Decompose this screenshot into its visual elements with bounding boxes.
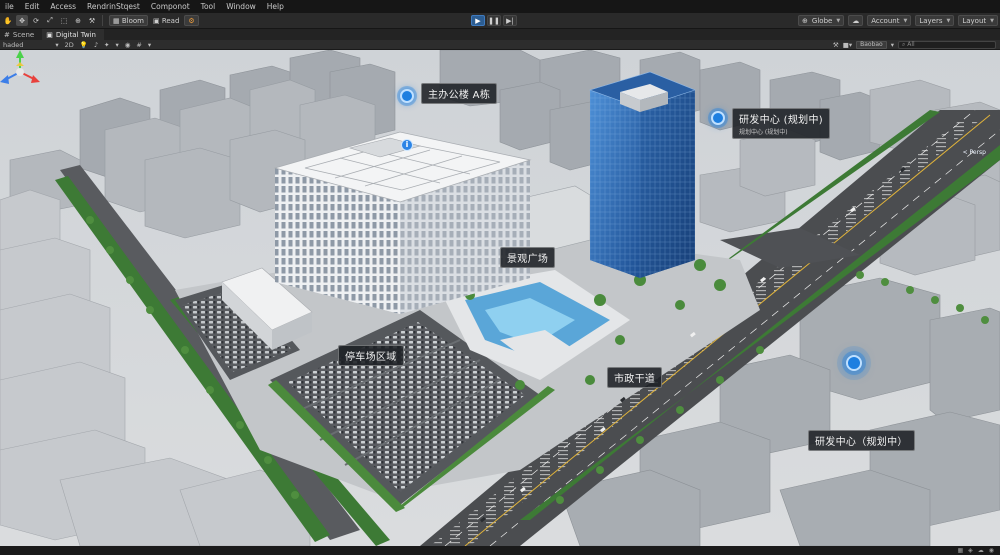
custom-tool-icon[interactable]: ⚒ <box>86 15 98 26</box>
lighting-icon[interactable]: 💡 <box>77 41 91 49</box>
scene-icon: # <box>4 30 10 39</box>
chevron-down-icon: ▼ <box>836 17 841 24</box>
menu-edit[interactable]: Edit <box>20 2 46 11</box>
read-button[interactable]: ▣ Read <box>150 15 182 26</box>
bloom-label: Bloom <box>121 16 144 25</box>
menu-window[interactable]: Window <box>221 2 262 11</box>
chevron-down-icon: ▼ <box>903 17 908 24</box>
label-main-office[interactable]: 主办公楼 A栋 <box>421 83 498 104</box>
chevron-down-icon[interactable]: ▾ <box>52 41 61 49</box>
notification-icon[interactable]: ◉ <box>989 547 994 554</box>
menu-bar: ile Edit Access RendrinStqest Componot T… <box>0 0 1000 13</box>
label-landscape-plaza[interactable]: 景观广场 <box>500 247 556 268</box>
grid-status-icon[interactable]: ▦ <box>957 547 963 554</box>
scene-toolbar-right: ⚒ ■▾ Baobao ▾ ⌕ All <box>833 40 996 50</box>
projection-label[interactable]: < Persp <box>963 149 986 156</box>
label-rnd-center-2-text: 研发中心（规划中） <box>815 437 908 448</box>
audio-icon[interactable]: ♪ <box>91 41 101 49</box>
menu-file[interactable]: ile <box>0 2 20 11</box>
menu-component[interactable]: Componot <box>146 2 196 11</box>
poi-pin-main-office[interactable] <box>400 89 414 103</box>
hand-tool-icon[interactable]: ✋ <box>2 15 14 26</box>
label-rnd-center-2[interactable]: 研发中心（规划中） <box>808 430 915 451</box>
cloud-status-icon[interactable]: ☁ <box>978 547 984 554</box>
scene-search-input[interactable]: ⌕ All <box>898 41 996 49</box>
move-tool-icon[interactable]: ✥ <box>16 15 28 26</box>
label-rnd-center-text: 研发中心 (规划中) <box>739 115 823 126</box>
menu-access[interactable]: Access <box>45 2 82 11</box>
chevron-down-icon[interactable]: ▾ <box>891 41 894 49</box>
visibility-icon[interactable]: ◉ <box>122 41 134 49</box>
rect-tool-icon[interactable]: ⬚ <box>58 15 70 26</box>
tab-scene-label: Scene <box>12 30 35 39</box>
step-button[interactable]: ▶| <box>503 15 517 26</box>
chevron-down-icon[interactable]: ▾ <box>145 41 154 49</box>
scene-viewport[interactable]: 主办公楼 A栋 i 研发中心 (规划中) 规划中心 (规划中) 景观广场 停车场… <box>0 50 1000 546</box>
camera-settings-icon[interactable]: ■▾ <box>843 41 852 49</box>
menu-rendering[interactable]: RendrinStqest <box>82 2 146 11</box>
account-label: Account <box>871 16 900 25</box>
chevron-down-icon: ▼ <box>946 17 951 24</box>
info-icon[interactable]: i <box>401 139 413 151</box>
read-label: Read <box>161 16 180 25</box>
layout-label: Layout <box>962 16 987 25</box>
orientation-gizmo-icon[interactable] <box>0 50 40 94</box>
camera-icon: ▣ <box>46 30 53 39</box>
rotate-tool-icon[interactable]: ⟳ <box>30 15 42 26</box>
cloud-icon: ☁ <box>852 16 860 25</box>
chevron-down-icon: ▼ <box>990 17 994 24</box>
globe-dropdown[interactable]: ⊕ Globe ▼ <box>798 15 845 26</box>
effects-icon[interactable]: ✦ <box>101 41 112 49</box>
tools-icon[interactable]: ⚒ <box>833 41 839 49</box>
read-icon: ▣ <box>152 16 162 25</box>
poi-pin-rnd-center[interactable] <box>711 111 725 125</box>
layout-dropdown[interactable]: Layout ▼ <box>958 15 998 26</box>
editor-tabs: # Scene ▣ Digital Twin <box>0 29 1000 40</box>
2d-toggle[interactable]: 2D <box>62 41 77 49</box>
tab-scene[interactable]: # Scene <box>0 29 42 40</box>
globe-icon: ⊕ <box>802 16 808 25</box>
bloom-button[interactable]: ▦ Bloom <box>109 15 148 26</box>
globe-label: Globe <box>811 16 833 25</box>
label-main-office-text: 主办公楼 A栋 <box>428 90 491 101</box>
extra-tool-icon[interactable]: ⚙ <box>184 15 199 26</box>
tab-digital-twin[interactable]: ▣ Digital Twin <box>42 29 104 40</box>
network-status-icon[interactable]: ◈ <box>968 547 973 554</box>
pause-button[interactable]: ❚❚ <box>487 15 501 26</box>
city-render <box>0 50 1000 546</box>
toolbar-right: ⊕ Globe ▼ ☁ Account ▼ Layers ▼ Layout ▼ <box>798 15 998 26</box>
account-dropdown[interactable]: Account ▼ <box>867 15 912 26</box>
shading-mode-dropdown[interactable]: haded <box>0 41 26 49</box>
label-rnd-center[interactable]: 研发中心 (规划中) 规划中心 (规划中) <box>732 108 830 139</box>
cloud-button[interactable]: ☁ <box>848 15 864 26</box>
bloom-icon: ▦ <box>113 16 122 25</box>
menu-tool[interactable]: Tool <box>196 2 222 11</box>
poi-pin-rnd-center-2[interactable] <box>846 355 862 371</box>
menu-help[interactable]: Help <box>262 2 290 11</box>
label-parking-area[interactable]: 停车场区域 <box>338 345 404 366</box>
scale-tool-icon[interactable]: ⤢ <box>44 15 56 26</box>
toolbar-divider <box>102 15 103 26</box>
search-placeholder: All <box>907 41 915 48</box>
status-bar: ▦ ◈ ☁ ◉ <box>0 546 1000 555</box>
play-button[interactable]: ▶ <box>471 15 485 26</box>
scene-toolbar: haded ▾ 2D 💡 ♪ ✦ ▾ ◉ # ▾ ⚒ ■▾ Baobao ▾ ⌕… <box>0 40 1000 50</box>
tab-digital-twin-label: Digital Twin <box>55 30 96 39</box>
label-municipal-road[interactable]: 市政干道 <box>607 367 663 388</box>
label-rnd-center-subtext: 规划中心 (规划中) <box>739 129 788 136</box>
label-landscape-plaza-text: 景观广场 <box>507 254 549 265</box>
gizmos-dropdown[interactable]: Baobao <box>856 41 887 49</box>
play-controls: ▶ ❚❚ ▶| <box>471 15 517 26</box>
layers-label: Layers <box>919 16 943 25</box>
label-municipal-road-text: 市政干道 <box>614 374 656 385</box>
transform-tool-icon[interactable]: ⊕ <box>72 15 84 26</box>
layers-dropdown[interactable]: Layers ▼ <box>915 15 955 26</box>
grid-icon[interactable]: # <box>133 41 144 49</box>
chevron-down-icon[interactable]: ▾ <box>112 41 121 49</box>
main-toolbar: ✋ ✥ ⟳ ⤢ ⬚ ⊕ ⚒ ▦ Bloom ▣ Read ⚙ ▶ ❚❚ ▶| ⊕… <box>0 13 1000 29</box>
label-parking-area-text: 停车场区域 <box>345 352 397 363</box>
